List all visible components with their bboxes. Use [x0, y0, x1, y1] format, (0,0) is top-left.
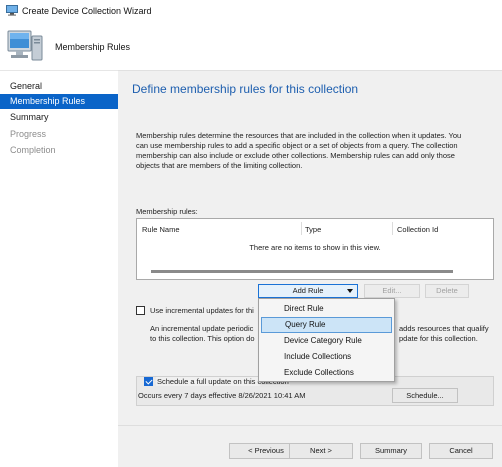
edit-button[interactable]: Edit... [364, 284, 420, 298]
step-progress: Progress [10, 129, 47, 139]
horizontal-scrollbar[interactable] [151, 270, 453, 273]
delete-button[interactable]: Delete [425, 284, 469, 298]
title-bar: Create Device Collection Wizard [0, 0, 502, 22]
description-line: membership can also include or exclude o… [136, 151, 455, 160]
empty-list-message: There are no items to show in this view. [249, 243, 381, 252]
schedule-summary-text: Occurs every 7 days effective 8/26/2021 … [138, 391, 306, 400]
cancel-button[interactable]: Cancel [429, 443, 493, 459]
wizard-header: Membership Rules [0, 22, 502, 70]
schedule-button[interactable]: Schedule... [392, 388, 458, 403]
incremental-description: to this collection. This option do [150, 334, 255, 343]
description: Membership rules determine the resources… [136, 131, 494, 171]
next-button[interactable]: Next > [289, 443, 353, 459]
computer-icon [7, 30, 43, 61]
menu-item-device-category-rule[interactable]: Device Category Rule [259, 333, 394, 349]
section-title: Define membership rules for this collect… [132, 82, 359, 96]
column-divider[interactable] [392, 222, 393, 235]
membership-rules-label: Membership rules: [136, 207, 198, 216]
menu-item-query-rule[interactable]: Query Rule [261, 317, 392, 333]
step-summary: Summary [10, 112, 49, 122]
description-line: objects that are members of the limiting… [136, 161, 303, 170]
wizard-steps: General Membership Rules Summary Progres… [0, 70, 118, 467]
incremental-updates-checkbox[interactable] [136, 306, 145, 315]
incremental-updates-label: Use incremental updates for thi [150, 306, 254, 315]
membership-rules-list[interactable]: Rule Name Type Collection Id There are n… [136, 218, 494, 280]
step-membership-rules: Membership Rules [0, 94, 118, 109]
schedule-full-update-checkbox[interactable] [144, 377, 153, 386]
page-title: Membership Rules [55, 42, 131, 52]
wizard-footer: < Previous Next > Summary Cancel [118, 425, 502, 467]
window-title: Create Device Collection Wizard [22, 6, 152, 16]
description-line: can use membership rules to add a specif… [136, 141, 458, 150]
summary-button[interactable]: Summary [360, 443, 422, 459]
menu-item-include-collections[interactable]: Include Collections [259, 349, 394, 365]
step-general: General [10, 81, 43, 91]
computer-icon [6, 5, 18, 16]
column-header-type[interactable]: Type [305, 225, 321, 234]
add-rule-label: Add Rule [292, 286, 324, 295]
menu-item-exclude-collections[interactable]: Exclude Collections [259, 365, 394, 381]
dropdown-arrow-icon [347, 289, 353, 293]
column-header-rule-name[interactable]: Rule Name [142, 225, 180, 234]
add-rule-button[interactable]: Add Rule [258, 284, 358, 298]
menu-item-direct-rule[interactable]: Direct Rule [259, 301, 394, 317]
column-divider[interactable] [301, 222, 302, 235]
add-rule-menu: Direct Rule Query Rule Device Category R… [258, 298, 395, 382]
incremental-description: An incremental update periodic [150, 324, 254, 333]
incremental-description: pdate for this collection. [399, 334, 478, 343]
incremental-description: adds resources that qualify [399, 324, 489, 333]
description-line: Membership rules determine the resources… [136, 131, 462, 140]
step-completion: Completion [10, 145, 56, 155]
column-header-collection-id[interactable]: Collection Id [397, 225, 438, 234]
